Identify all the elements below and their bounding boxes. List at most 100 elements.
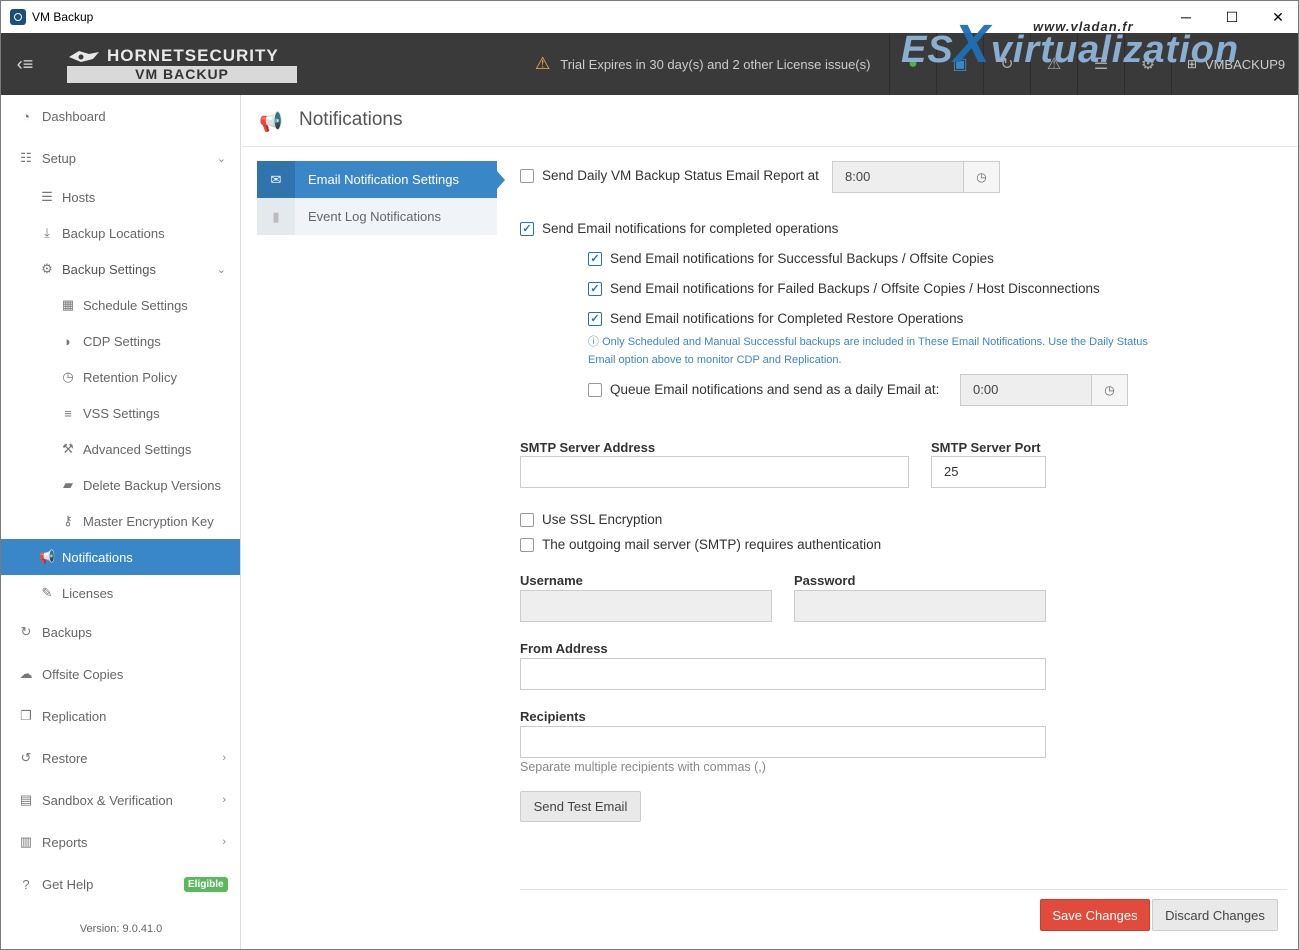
question-icon: ? bbox=[22, 876, 30, 892]
dashboard-icon: ◔ bbox=[22, 108, 30, 124]
info-note: ⓘ Only Scheduled and Manual Successful b… bbox=[588, 336, 1148, 366]
username-label: Username bbox=[520, 573, 583, 588]
restore-label: Send Email notifications for Completed R… bbox=[610, 311, 964, 326]
sliders-icon: ☷ bbox=[20, 150, 32, 165]
send-test-email-button[interactable]: Send Test Email bbox=[520, 791, 641, 822]
clock-icon[interactable]: ◷ bbox=[963, 162, 999, 192]
envelope-icon: ✉ bbox=[257, 161, 295, 198]
username-input[interactable] bbox=[520, 590, 772, 622]
logo-bottom-text: VM BACKUP bbox=[67, 66, 297, 83]
sidebar-item-vss-settings[interactable]: ≡ VSS Settings bbox=[1, 395, 240, 431]
trial-notice[interactable]: ⚠ Trial Expires in 30 day(s) and 2 other… bbox=[535, 33, 870, 95]
from-address-label: From Address bbox=[520, 641, 608, 656]
bullhorn-icon: 📢 bbox=[39, 549, 56, 564]
queue-time-picker[interactable]: 0:00 ◷ bbox=[960, 374, 1128, 406]
failed-row: ✓ Send Email notifications for Failed Ba… bbox=[588, 281, 1100, 296]
hornetsecurity-logo: HORNETSECURITY VM BACKUP bbox=[67, 46, 297, 84]
archive-icon: ▤ bbox=[19, 792, 33, 807]
restore-checkbox[interactable]: ✓ bbox=[588, 311, 602, 326]
sidebar-item-master-encryption-key[interactable]: ⚷ Master Encryption Key bbox=[1, 503, 240, 539]
sidebar-item-get-help[interactable]: ? Get Help Eligible bbox=[1, 866, 240, 902]
bee-icon bbox=[67, 49, 101, 63]
password-label: Password bbox=[794, 573, 856, 588]
recipients-input[interactable] bbox=[520, 726, 1046, 758]
recipients-label: Recipients bbox=[520, 709, 586, 724]
smtp-port-label: SMTP Server Port bbox=[931, 440, 1041, 455]
close-button[interactable]: ✕ bbox=[1255, 1, 1299, 33]
daily-report-checkbox[interactable] bbox=[520, 168, 534, 183]
key-icon: ⚷ bbox=[63, 513, 73, 528]
auth-row: The outgoing mail server (SMTP) requires… bbox=[520, 537, 881, 552]
queue-checkbox[interactable] bbox=[588, 382, 602, 397]
sidebar-item-setup[interactable]: ☷ Setup ⌄ bbox=[1, 140, 240, 176]
wrench-icon: ⚒ bbox=[62, 441, 74, 456]
successful-checkbox[interactable]: ✓ bbox=[588, 251, 602, 266]
bullhorn-icon: 📢 bbox=[259, 112, 283, 133]
logo-top-text: HORNETSECURITY bbox=[107, 46, 279, 65]
sidebar-item-retention-policy[interactable]: ◷ Retention Policy bbox=[1, 359, 240, 395]
refresh-icon: ↻ bbox=[20, 624, 32, 639]
completed-ops-label: Send Email notifications for completed o… bbox=[542, 221, 839, 236]
completed-ops-row: ✓ Send Email notifications for completed… bbox=[520, 221, 838, 236]
daily-report-time-picker[interactable]: 8:00 ◷ bbox=[832, 161, 1000, 193]
sidebar-item-backups[interactable]: ↻ Backups bbox=[1, 614, 240, 650]
ssl-row: Use SSL Encryption bbox=[520, 512, 662, 527]
sidebar-item-backup-locations[interactable]: ⤓ Backup Locations bbox=[1, 215, 240, 251]
list-icon: ☰ bbox=[41, 189, 53, 204]
chevron-down-icon: ⌄ bbox=[216, 152, 226, 165]
ssl-label: Use SSL Encryption bbox=[542, 512, 663, 527]
daily-report-time: 8:00 bbox=[845, 169, 871, 184]
sidebar-item-replication[interactable]: ❐ Replication bbox=[1, 698, 240, 734]
sidebar-item-hosts[interactable]: ☰ Hosts bbox=[1, 179, 240, 215]
sidebar-item-restore[interactable]: ↺ Restore › bbox=[1, 740, 240, 776]
ssl-checkbox[interactable] bbox=[520, 512, 534, 527]
auth-label: The outgoing mail server (SMTP) requires… bbox=[542, 537, 882, 552]
failed-checkbox[interactable]: ✓ bbox=[588, 281, 602, 296]
queue-label: Queue Email notifications and send as a … bbox=[610, 382, 940, 397]
sidebar-item-backup-settings[interactable]: ⚙ Backup Settings ⌄ bbox=[1, 251, 240, 287]
password-input[interactable] bbox=[794, 590, 1046, 622]
chevron-right-icon: › bbox=[222, 836, 226, 848]
clock-icon: ◷ bbox=[62, 369, 74, 384]
version-text: Version: 9.0.41.0 bbox=[79, 923, 163, 935]
main-content: 📢 Notifications ✉ Email Notification Set… bbox=[242, 95, 1298, 949]
sidebar-item-cdp-settings[interactable]: ◗ CDP Settings bbox=[1, 323, 240, 359]
restore-row: ✓ Send Email notifications for Completed… bbox=[588, 311, 963, 326]
sidebar: ◔ Dashboard ☷ Setup ⌄ ☰ Hosts ⤓ Backup Locati… bbox=[1, 95, 241, 949]
copy-icon: ❐ bbox=[20, 708, 32, 723]
calendar-icon: ▦ bbox=[61, 297, 75, 312]
smtp-port-input[interactable]: 25 bbox=[931, 456, 1046, 488]
app-window: VM Backup ─ ☐ ✕ ‹≡ HORNETSECURITY VM BAC… bbox=[0, 0, 1299, 950]
sidebar-item-notifications[interactable]: 📢 Notifications bbox=[1, 539, 240, 575]
bar-chart-icon: ▥ bbox=[19, 834, 33, 849]
tab-email-notification-settings[interactable]: ✉ Email Notification Settings bbox=[257, 161, 505, 198]
notification-subnav: ✉ Email Notification Settings ▮ Event Lo… bbox=[257, 161, 505, 235]
sidebar-item-delete-backup-versions[interactable]: ▰ Delete Backup Versions bbox=[1, 467, 240, 503]
failed-label: Send Email notifications for Failed Back… bbox=[610, 281, 1100, 296]
edit-icon: ✎ bbox=[41, 585, 53, 600]
watermark-url: www.vladan.fr bbox=[1033, 19, 1134, 34]
auth-checkbox[interactable] bbox=[520, 537, 534, 552]
tab-event-log-notifications[interactable]: ▮ Event Log Notifications bbox=[257, 198, 497, 235]
eligible-badge: Eligible bbox=[184, 876, 228, 892]
discard-changes-button[interactable]: Discard Changes bbox=[1152, 899, 1278, 931]
sidebar-item-advanced-settings[interactable]: ⚒ Advanced Settings bbox=[1, 431, 240, 467]
smtp-address-input[interactable] bbox=[520, 456, 909, 488]
completed-ops-checkbox[interactable]: ✓ bbox=[520, 221, 534, 236]
sidebar-item-reports[interactable]: ▥ Reports › bbox=[1, 824, 240, 860]
sidebar-item-licenses[interactable]: ✎ Licenses bbox=[1, 575, 240, 611]
sidebar-item-schedule-settings[interactable]: ▦ Schedule Settings bbox=[1, 287, 240, 323]
save-changes-button[interactable]: Save Changes bbox=[1040, 899, 1150, 931]
chevron-right-icon: › bbox=[222, 752, 226, 764]
clock-icon[interactable]: ◷ bbox=[1091, 375, 1127, 405]
sidebar-item-dashboard[interactable]: ◔ Dashboard bbox=[1, 98, 240, 134]
undo-icon: ↺ bbox=[20, 750, 32, 765]
menu-toggle-button[interactable]: ‹≡ bbox=[1, 33, 49, 95]
lines-icon: ≡ bbox=[64, 405, 72, 421]
daily-report-row: Send Daily VM Backup Status Email Report… bbox=[520, 168, 819, 183]
sidebar-item-offsite-copies[interactable]: ☁ Offsite Copies bbox=[1, 656, 240, 692]
from-address-input[interactable] bbox=[520, 658, 1046, 690]
shield-icon: ◗ bbox=[64, 333, 72, 349]
daily-report-label: Send Daily VM Backup Status Email Report… bbox=[542, 168, 819, 183]
sidebar-item-sandbox-verification[interactable]: ▤ Sandbox & Verification › bbox=[1, 782, 240, 818]
